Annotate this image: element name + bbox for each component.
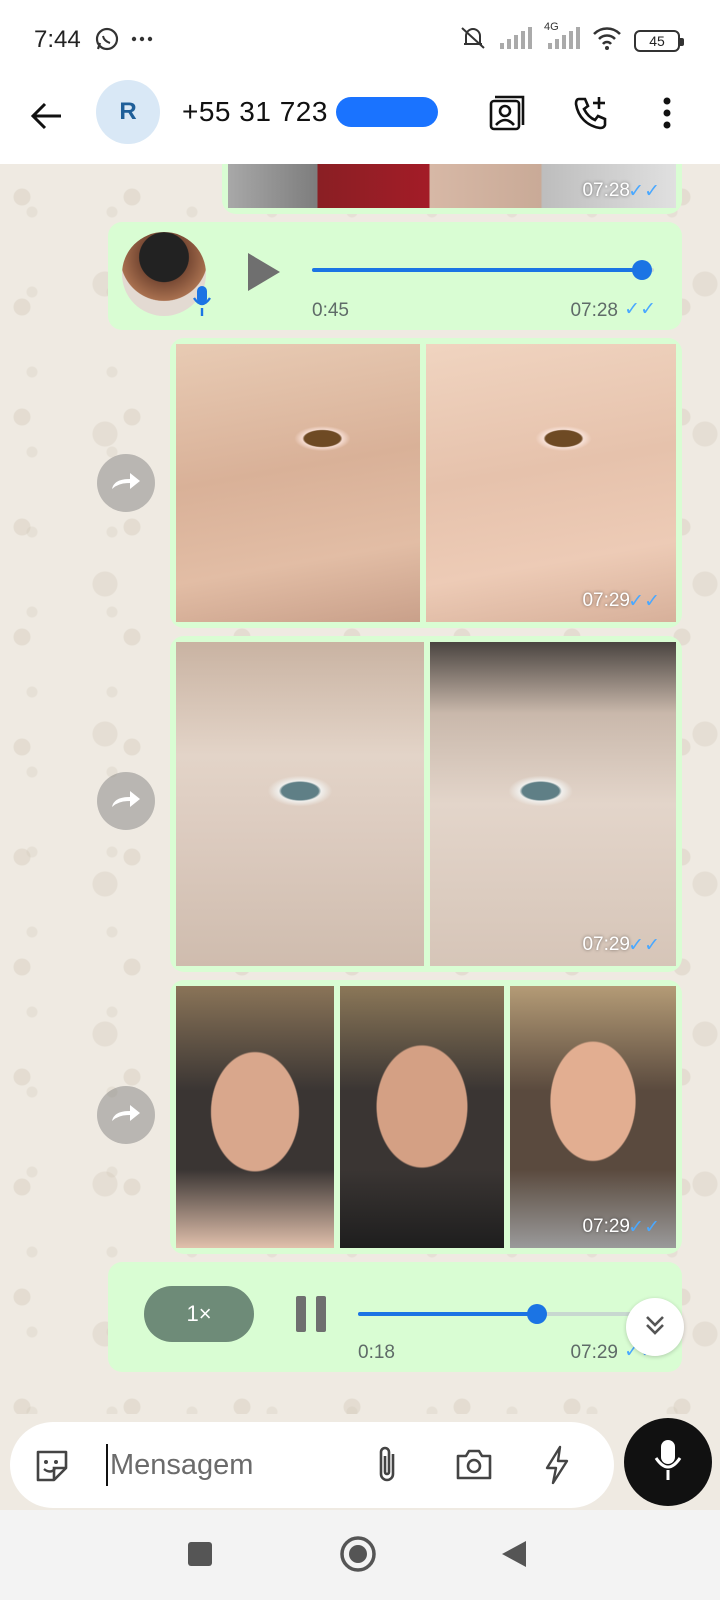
chat-area[interactable]: 07:28 ✓✓ 0:45 07:28 ✓✓ 07:29 ✓✓ 07:29 ✓✓…	[0, 164, 720, 1414]
audio-message[interactable]: 1× 0:18 07:29 ✓✓	[108, 1262, 682, 1372]
status-time: 7:44	[34, 26, 81, 53]
forward-icon	[108, 1101, 144, 1130]
image-message[interactable]: 07:29 ✓✓	[170, 980, 682, 1254]
image-thumbnail[interactable]	[430, 642, 676, 966]
add-call-icon	[571, 93, 611, 138]
battery-icon: 45	[634, 29, 684, 52]
image-thumbnail[interactable]	[176, 344, 420, 622]
attach-icon[interactable]	[372, 1444, 402, 1491]
read-ticks-icon: ✓✓	[628, 181, 660, 202]
system-nav-bar	[0, 1510, 720, 1600]
image-message[interactable]: 07:29 ✓✓	[170, 338, 682, 628]
home-button[interactable]	[334, 1532, 382, 1580]
circle-icon	[339, 1535, 377, 1578]
redaction-mark	[336, 97, 438, 127]
audio-progress-fill	[312, 268, 642, 272]
read-ticks-icon: ✓✓	[628, 935, 660, 956]
audio-duration: 0:45	[312, 300, 349, 321]
voice-mic-icon	[192, 284, 212, 323]
chat-header: R +55 31 723	[0, 80, 720, 164]
audio-message[interactable]: 0:45 07:28 ✓✓	[108, 222, 682, 330]
message-time: 07:28	[582, 180, 630, 201]
audio-progress-fill	[358, 1312, 537, 1316]
status-bar: 7:44 4G 45	[0, 0, 720, 80]
image-message[interactable]: 07:29 ✓✓	[170, 636, 682, 972]
image-thumbnail[interactable]	[340, 986, 504, 1248]
more-options-button[interactable]	[642, 90, 692, 140]
camera-icon[interactable]	[454, 1446, 494, 1487]
forward-button[interactable]	[97, 772, 155, 830]
contact-card-icon	[487, 93, 527, 138]
wifi-icon	[592, 26, 622, 55]
image-message[interactable]: 07:28 ✓✓	[222, 164, 682, 214]
contact-avatar[interactable]: R	[96, 80, 160, 144]
mute-icon	[458, 24, 488, 57]
message-time: 07:29	[570, 1342, 618, 1363]
status-left-icons	[94, 26, 154, 57]
status-right: 4G 45	[458, 21, 684, 57]
message-input[interactable]	[106, 1444, 366, 1486]
add-call-button[interactable]	[566, 90, 616, 140]
contact-card-button[interactable]	[482, 90, 532, 140]
back-nav-button[interactable]	[490, 1532, 538, 1580]
message-time: 07:29	[582, 1216, 630, 1237]
read-ticks-icon: ✓✓	[624, 299, 656, 320]
sticker-icon[interactable]	[32, 1446, 72, 1491]
play-button[interactable]	[244, 250, 284, 299]
image-thumbnail[interactable]	[426, 344, 676, 622]
message-time: 07:29	[582, 590, 630, 611]
signal-4g-icon: 4G	[544, 21, 580, 54]
pause-button[interactable]	[294, 1294, 328, 1339]
whatsapp-icon	[94, 26, 120, 57]
audio-position: 0:18	[358, 1342, 395, 1363]
contact-name[interactable]: +55 31 723	[182, 96, 328, 128]
battery-level: 45	[649, 32, 665, 49]
read-ticks-icon: ✓✓	[628, 591, 660, 612]
chevron-double-down-icon	[642, 1312, 668, 1343]
square-icon	[187, 1541, 213, 1572]
network-label: 4G	[544, 21, 559, 33]
image-thumbnail[interactable]	[510, 986, 676, 1248]
audio-seek-handle[interactable]	[632, 260, 652, 280]
composer-bar	[0, 1414, 720, 1510]
more-vert-icon	[662, 96, 672, 135]
triangle-back-icon	[500, 1539, 528, 1574]
forward-button[interactable]	[97, 1086, 155, 1144]
forward-icon	[108, 787, 144, 816]
scroll-to-bottom-button[interactable]	[626, 1298, 684, 1356]
composer-pill	[10, 1422, 614, 1508]
back-arrow-icon	[29, 101, 63, 136]
read-ticks-icon: ✓✓	[628, 1217, 660, 1238]
message-time: 07:28	[570, 300, 618, 321]
message-time: 07:29	[582, 934, 630, 955]
playback-speed-button[interactable]: 1×	[144, 1286, 254, 1342]
image-thumbnail[interactable]	[176, 642, 424, 966]
audio-seek-handle[interactable]	[527, 1304, 547, 1324]
image-thumbnail[interactable]	[176, 986, 334, 1248]
recents-button[interactable]	[176, 1532, 224, 1580]
forward-button[interactable]	[97, 454, 155, 512]
bolt-icon[interactable]	[542, 1444, 572, 1491]
mic-icon	[653, 1438, 683, 1487]
back-button[interactable]	[22, 94, 70, 142]
more-dots-icon	[130, 27, 154, 56]
voice-record-button[interactable]	[624, 1418, 712, 1506]
signal-icon	[500, 27, 532, 54]
forward-icon	[108, 469, 144, 498]
